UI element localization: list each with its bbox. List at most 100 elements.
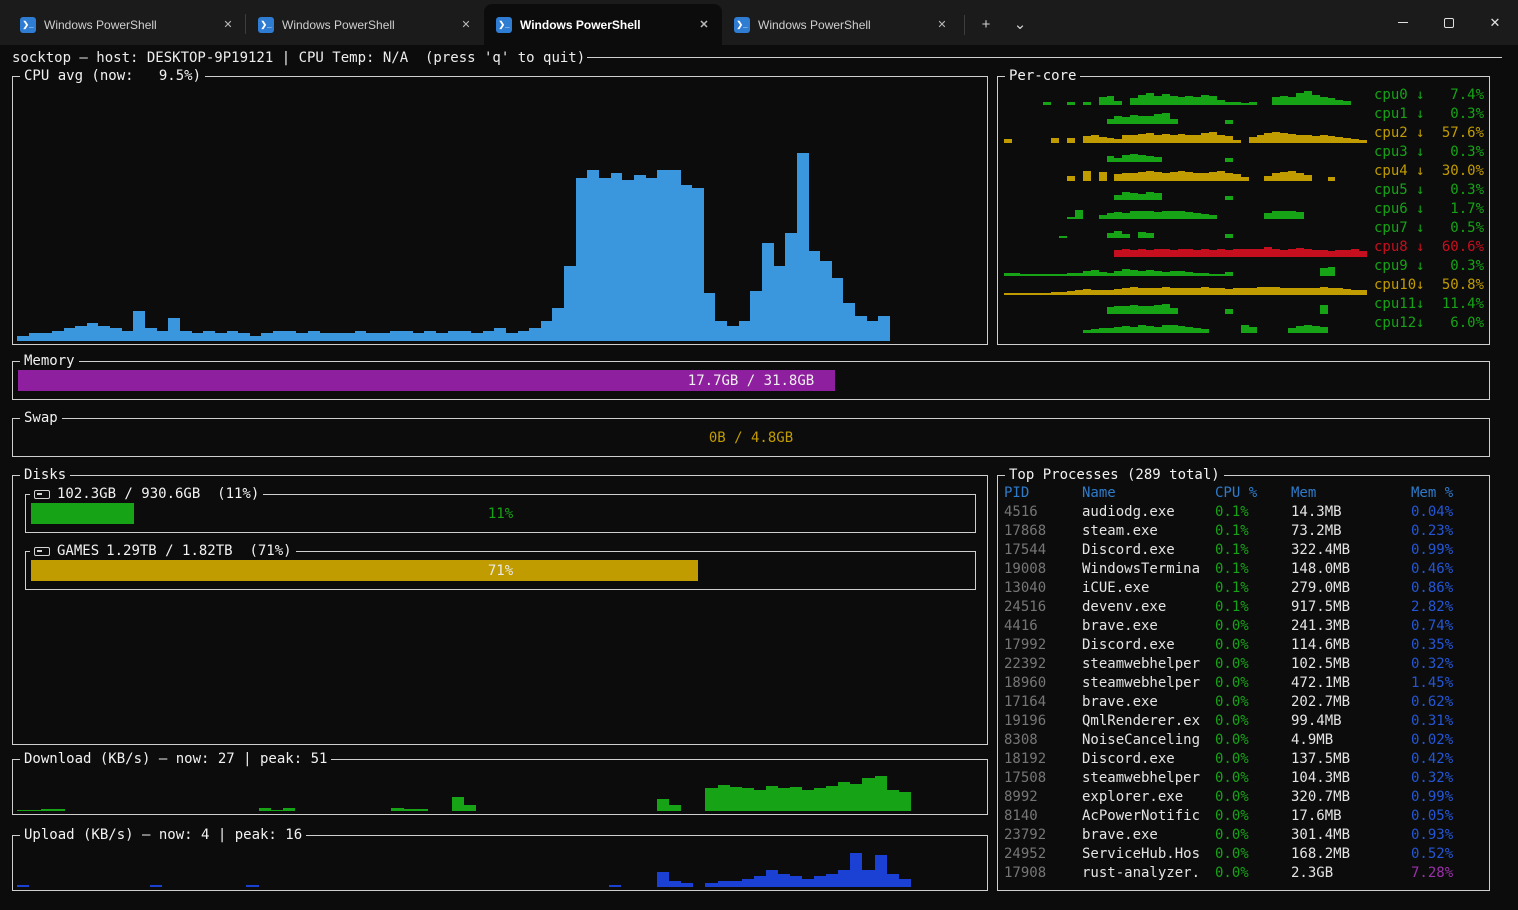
core-sparkline [1004,278,1367,295]
process-cpu-pct: 0.0% [1215,655,1291,674]
disk-drive-icon [34,547,50,556]
core-label: cpu1 ↓ 0.3% [1374,105,1484,124]
process-mem-pct: 2.82% [1411,598,1485,617]
core-usage-value: 57.6% [1442,124,1484,143]
tab-dropdown-button[interactable]: ⌄ [1005,9,1035,39]
per-core-row: cpu1 ↓ 0.3% [1004,105,1484,124]
tab-windows-powershell[interactable]: ❯_ Windows PowerShell ✕ [8,4,246,45]
tab-windows-powershell[interactable]: ❯_ Windows PowerShell ✕ [722,4,960,45]
process-mem: 917.5MB [1291,598,1411,617]
disks-panel: Disks 102.3GB / 930.6GB (11%) 11% GAMES … [12,475,988,745]
core-label: cpu7 ↓ 0.5% [1374,219,1484,238]
memory-title: Memory [20,353,79,370]
core-sparkline [1004,164,1367,181]
process-mem: 99.4MB [1291,712,1411,731]
process-row: 4416 brave.exe 0.0% 241.3MB 0.74% [1004,617,1485,636]
powershell-icon: ❯_ [734,17,750,33]
process-cpu-pct: 0.1% [1215,522,1291,541]
process-table: PID Name CPU % Mem Mem % 4516 audiodg.ex… [1004,484,1485,883]
socktop-header-text: socktop — host: DESKTOP-9P19121 | CPU Te… [12,50,585,66]
process-mem-pct: 0.32% [1411,655,1485,674]
process-row: 23792 brave.exe 0.0% 301.4MB 0.93% [1004,826,1485,845]
tab-close-icon[interactable]: ✕ [458,17,474,33]
core-label: cpu10↓ 50.8% [1374,276,1484,295]
window-titlebar: ❯_ Windows PowerShell ✕ ❯_ Windows Power… [0,0,1518,45]
disk-drive-icon [34,490,50,499]
process-pid: 22392 [1004,655,1082,674]
core-label: cpu8 ↓ 60.6% [1374,238,1484,257]
process-cpu-pct: 0.0% [1215,617,1291,636]
process-mem: 322.4MB [1291,541,1411,560]
new-tab-button[interactable]: + [971,9,1001,39]
process-row: 17868 steam.exe 0.1% 73.2MB 0.23% [1004,522,1485,541]
process-cpu-pct: 0.1% [1215,503,1291,522]
core-name: cpu7 ↓ [1374,219,1425,238]
tab-close-icon[interactable]: ✕ [220,17,236,33]
process-row: 8308 NoiseCanceling 0.0% 4.9MB 0.02% [1004,731,1485,750]
per-core-row: cpu11↓ 11.4% [1004,295,1484,314]
process-name: brave.exe [1082,617,1215,636]
process-mem-pct: 0.86% [1411,579,1485,598]
tab-strip: ❯_ Windows PowerShell ✕ ❯_ Windows Power… [0,0,960,45]
process-mem-pct: 0.52% [1411,845,1485,864]
process-cpu-pct: 0.0% [1215,712,1291,731]
core-usage-value: 6.0% [1450,314,1484,333]
close-button[interactable]: ✕ [1472,0,1518,45]
process-row: 19196 QmlRenderer.ex 0.0% 99.4MB 0.31% [1004,712,1485,731]
core-usage-value: 0.3% [1450,257,1484,276]
upload-chart [17,849,983,887]
core-sparkline [1004,221,1367,238]
process-pid: 18192 [1004,750,1082,769]
core-usage-value: 50.8% [1442,276,1484,295]
upload-title: Upload (KB/s) — now: 4 | peak: 16 [20,827,306,844]
process-name: steamwebhelper [1082,655,1215,674]
process-mem-pct: 1.45% [1411,674,1485,693]
tab-windows-powershell[interactable]: ❯_ Windows PowerShell ✕ [246,4,484,45]
core-sparkline [1004,316,1367,333]
core-name: cpu12↓ [1374,314,1425,333]
powershell-icon: ❯_ [20,17,36,33]
core-sparkline [1004,126,1367,143]
core-sparkline [1004,202,1367,219]
process-row: 18960 steamwebhelper 0.0% 472.1MB 1.45% [1004,674,1485,693]
process-mem: 2.3GB [1291,864,1411,883]
process-mem: 472.1MB [1291,674,1411,693]
process-mem: 14.3MB [1291,503,1411,522]
tab-close-icon[interactable]: ✕ [934,17,950,33]
header-rule [587,57,1502,58]
socktop-header: socktop — host: DESKTOP-9P19121 | CPU Te… [12,48,1502,67]
maximize-icon [1444,18,1454,28]
process-mem: 4.9MB [1291,731,1411,750]
process-mem: 148.0MB [1291,560,1411,579]
process-mem-pct: 0.74% [1411,617,1485,636]
process-name: Discord.exe [1082,636,1215,655]
process-row: 17164 brave.exe 0.0% 202.7MB 0.62% [1004,693,1485,712]
per-core-panel: Per-core cpu0 ↓ 7.4% cpu1 ↓ 0.3% cpu2 ↓ … [997,76,1490,345]
core-sparkline [1004,183,1367,200]
process-mem-pct: 0.93% [1411,826,1485,845]
minimize-button[interactable] [1380,0,1426,45]
tab-windows-powershell[interactable]: ❯_ Windows PowerShell ✕ [484,4,722,45]
process-name: brave.exe [1082,693,1215,712]
process-mem: 114.6MB [1291,636,1411,655]
process-pid: 18960 [1004,674,1082,693]
process-name: steam.exe [1082,522,1215,541]
maximize-button[interactable] [1426,0,1472,45]
core-name: cpu10↓ [1374,276,1425,295]
download-title: Download (KB/s) — now: 27 | peak: 51 [20,751,331,768]
tab-title: Windows PowerShell [44,18,212,32]
process-cpu-pct: 0.0% [1215,693,1291,712]
process-name: steamwebhelper [1082,769,1215,788]
terminal-screen: socktop — host: DESKTOP-9P19121 | CPU Te… [0,45,1518,910]
process-pid: 13040 [1004,579,1082,598]
disk-c-label: 102.3GB / 930.6GB (11%) [57,485,259,504]
process-pid: 23792 [1004,826,1082,845]
core-usage-value: 0.5% [1450,219,1484,238]
top-processes-title: Top Processes (289 total) [1005,467,1224,484]
tab-close-icon[interactable]: ✕ [696,17,712,33]
core-usage-value: 60.6% [1442,238,1484,257]
process-mem: 279.0MB [1291,579,1411,598]
process-mem-pct: 0.99% [1411,788,1485,807]
memory-panel: Memory 17.7GB / 31.8GB [12,361,1490,400]
process-mem: 241.3MB [1291,617,1411,636]
